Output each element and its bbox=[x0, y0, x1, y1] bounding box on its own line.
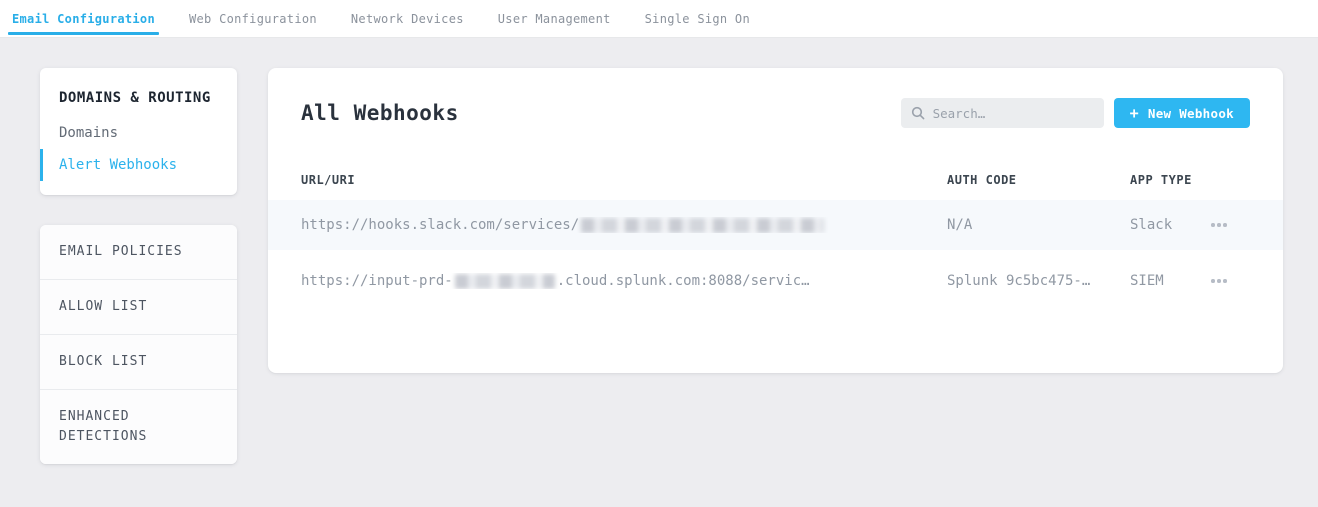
table-row: https://hooks.slack.com/services/ N/A Sl… bbox=[268, 200, 1283, 250]
ellipsis-icon[interactable] bbox=[1207, 273, 1231, 289]
redacted-url-segment bbox=[455, 274, 555, 289]
column-header-app: APP TYPE bbox=[1130, 173, 1207, 187]
webhook-url-cell: https://hooks.slack.com/services/ bbox=[301, 217, 947, 233]
sidebar-item-email-policies[interactable]: EMAIL POLICIES bbox=[40, 225, 237, 279]
tab-user-management[interactable]: User Management bbox=[496, 0, 613, 37]
top-nav-bar: Email Configuration Web Configuration Ne… bbox=[0, 0, 1318, 38]
search-input[interactable] bbox=[933, 106, 1094, 121]
app-type-cell: Slack bbox=[1130, 217, 1207, 233]
column-header-url: URL/URI bbox=[301, 173, 947, 187]
sidebar-sections-card: EMAIL POLICIES ALLOW LIST BLOCK LIST ENH… bbox=[40, 225, 237, 464]
tab-network-devices[interactable]: Network Devices bbox=[349, 0, 466, 37]
plus-icon: + bbox=[1130, 106, 1139, 121]
search-icon bbox=[911, 106, 925, 120]
table-header-row: URL/URI AUTH CODE APP TYPE bbox=[301, 160, 1250, 200]
ellipsis-icon[interactable] bbox=[1207, 217, 1231, 233]
sidebar: DOMAINS & ROUTING Domains Alert Webhooks… bbox=[40, 68, 237, 464]
new-webhook-button[interactable]: + New Webhook bbox=[1114, 98, 1250, 128]
webhooks-table: URL/URI AUTH CODE APP TYPE https://hooks… bbox=[301, 160, 1250, 312]
panel-controls: + New Webhook bbox=[901, 98, 1250, 128]
search-box bbox=[901, 98, 1104, 128]
app-type-cell: SIEM bbox=[1130, 273, 1207, 289]
panel-header: All Webhooks + New Webhook bbox=[301, 68, 1250, 128]
auth-code-cell: Splunk 9c5bc475-… bbox=[947, 273, 1130, 289]
new-webhook-button-label: New Webhook bbox=[1148, 106, 1234, 121]
sidebar-item-enhanced-detections[interactable]: ENHANCED DETECTIONS bbox=[40, 389, 237, 464]
sidebar-item-block-list[interactable]: BLOCK LIST bbox=[40, 334, 237, 389]
table-row: https://input-prd- .cloud.splunk.com:808… bbox=[268, 250, 1283, 312]
tab-single-sign-on[interactable]: Single Sign On bbox=[643, 0, 752, 37]
webhooks-panel: All Webhooks + New Webhook URL/URI AU bbox=[268, 68, 1283, 373]
sidebar-item-alert-webhooks[interactable]: Alert Webhooks bbox=[40, 149, 237, 181]
column-header-auth: AUTH CODE bbox=[947, 173, 1130, 187]
auth-code-cell: N/A bbox=[947, 217, 1130, 233]
redacted-url-segment bbox=[581, 218, 824, 233]
domains-routing-title: DOMAINS & ROUTING bbox=[59, 90, 218, 107]
row-menu-cell bbox=[1207, 217, 1250, 233]
page-content: DOMAINS & ROUTING Domains Alert Webhooks… bbox=[0, 38, 1318, 464]
sidebar-item-domains[interactable]: Domains bbox=[40, 117, 237, 149]
tab-web-configuration[interactable]: Web Configuration bbox=[187, 0, 319, 37]
row-menu-cell bbox=[1207, 273, 1250, 289]
webhook-url-cell: https://input-prd- .cloud.splunk.com:808… bbox=[301, 273, 947, 289]
page-title: All Webhooks bbox=[301, 101, 459, 126]
tab-email-configuration[interactable]: Email Configuration bbox=[10, 0, 157, 37]
url-suffix: .cloud.splunk.com:8088/servic… bbox=[557, 273, 810, 289]
url-prefix: https://input-prd- bbox=[301, 273, 453, 289]
sidebar-item-allow-list[interactable]: ALLOW LIST bbox=[40, 279, 237, 334]
domains-routing-card: DOMAINS & ROUTING Domains Alert Webhooks bbox=[40, 68, 237, 195]
url-prefix: https://hooks.slack.com/services/ bbox=[301, 217, 579, 233]
